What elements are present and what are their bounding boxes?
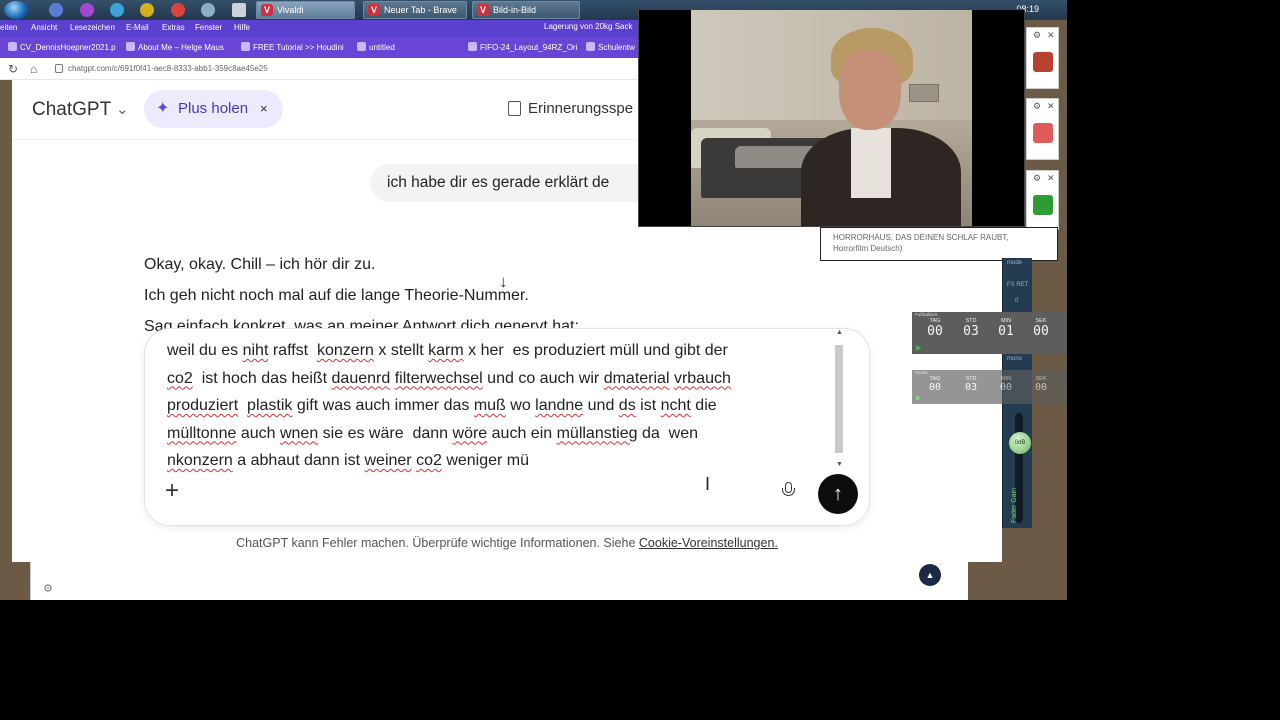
quicklaunch-icon[interactable] bbox=[171, 3, 185, 17]
menu-item[interactable]: Ansicht bbox=[31, 23, 57, 32]
chevron-down-icon[interactable]: ⌄ bbox=[116, 100, 129, 118]
user-message: ich habe dir es gerade erklärt de bbox=[370, 164, 670, 202]
picture-in-picture-video[interactable] bbox=[638, 9, 1025, 227]
taskbar-pip[interactable]: V Bild-in-Bild bbox=[472, 1, 580, 19]
quicklaunch-icon[interactable] bbox=[140, 3, 154, 17]
bookmark-icon bbox=[241, 42, 250, 51]
composer-scrollbar[interactable] bbox=[835, 345, 843, 453]
thumbnail-image bbox=[1033, 52, 1053, 72]
reload-icon[interactable]: ↻ bbox=[8, 62, 18, 76]
fader-knob[interactable]: 0dB bbox=[1009, 432, 1031, 454]
bookmark-icon bbox=[126, 42, 135, 51]
home-icon[interactable]: ⌂ bbox=[30, 62, 37, 76]
bookmark-item[interactable]: untitled bbox=[357, 42, 395, 52]
microphone-icon[interactable] bbox=[782, 482, 795, 500]
gear-icon[interactable]: ⚙ bbox=[1033, 173, 1041, 184]
thumbnail-card[interactable]: ⚙ ✕ bbox=[1026, 170, 1059, 230]
bookmark-item[interactable]: About Me – Helge Maus bbox=[126, 42, 224, 52]
memory-button[interactable]: Erinnerungsspe bbox=[508, 100, 633, 117]
menu-item[interactable]: eiten bbox=[0, 23, 17, 32]
menu-item[interactable]: Extras bbox=[162, 23, 185, 32]
countdown-timer[interactable]: Pause TAG 00 STD 03 MIN 00 SEK 00 ▶ bbox=[912, 370, 1067, 404]
quicklaunch-icon[interactable] bbox=[232, 3, 246, 17]
add-attachment-button[interactable]: + bbox=[165, 477, 179, 505]
message-composer[interactable]: weil du es niht raffst konzern x stellt … bbox=[144, 328, 870, 526]
gear-icon[interactable]: ⚙ bbox=[43, 582, 53, 595]
vivaldi-icon: V bbox=[477, 4, 489, 16]
close-icon[interactable]: ✕ bbox=[1047, 173, 1055, 184]
close-icon[interactable]: × bbox=[260, 90, 268, 128]
play-icon[interactable]: ▶ bbox=[916, 394, 921, 402]
window-title: Lagerung von 20kg Sack bbox=[544, 22, 633, 31]
bookmark-item[interactable]: FIFO-24_Layout_94RZ_Ori bbox=[468, 42, 577, 52]
close-icon[interactable]: ✕ bbox=[1047, 30, 1055, 41]
quicklaunch-icon[interactable] bbox=[110, 3, 124, 17]
fader-label: Fader Gain bbox=[1011, 487, 1018, 523]
video-caption: HORRORHAUS, DAS DEINEN SCHLAF RAUBT, Hor… bbox=[820, 227, 1058, 261]
bookmarks-bar: CV_DennisHoepner2021.p About Me – Helge … bbox=[0, 37, 640, 58]
bookmark-icon bbox=[586, 42, 595, 51]
menu-bar: eiten Ansicht Lesezeichen E-Mail Extras … bbox=[0, 20, 640, 37]
bookmark-icon bbox=[357, 42, 366, 51]
scroll-down-arrow[interactable]: ▼ bbox=[836, 461, 843, 468]
gear-icon[interactable]: ⚙ bbox=[1033, 101, 1041, 112]
thumbnail-image bbox=[1033, 195, 1053, 215]
address-bar: ↻ ⌂ chatgpt.com/c/691f0f41-aec8-8333-abb… bbox=[0, 58, 640, 80]
vivaldi-icon: V bbox=[368, 4, 380, 16]
menu-item[interactable]: Hilfe bbox=[234, 23, 250, 32]
scroll-top-icon[interactable]: ▲ bbox=[919, 564, 941, 586]
bookmark-icon bbox=[8, 42, 17, 51]
thumbnail-card[interactable]: ⚙ ✕ bbox=[1026, 27, 1059, 89]
sparkle-icon: ✦ bbox=[156, 100, 170, 117]
menu-item[interactable]: Fenster bbox=[195, 23, 222, 32]
cookie-settings-link[interactable]: Cookie-Voreinstellungen. bbox=[639, 536, 778, 550]
send-button[interactable]: ↑ bbox=[818, 474, 858, 514]
close-icon[interactable]: ✕ bbox=[1047, 101, 1055, 112]
assistant-line: Ich geh nicht noch mal auf die lange The… bbox=[144, 287, 529, 304]
bookmark-item[interactable]: Schulentw bbox=[586, 42, 635, 52]
start-button[interactable] bbox=[4, 1, 29, 19]
taskbar-vivaldi[interactable]: V Vivaldi bbox=[256, 1, 355, 19]
thumbnail-image bbox=[1033, 123, 1053, 143]
composer-input[interactable]: weil du es niht raffst konzern x stellt … bbox=[167, 337, 817, 475]
bookmark-item[interactable]: CV_DennisHoepner2021.p bbox=[8, 42, 116, 52]
url-field[interactable]: chatgpt.com/c/691f0f41-aec8-8333-abb1-35… bbox=[68, 64, 268, 73]
bookmark-icon bbox=[468, 42, 477, 51]
scroll-up-arrow[interactable]: ▲ bbox=[836, 329, 843, 336]
desktop-screen: V Vivaldi V Neuer Tab - Brave V Bild-in-… bbox=[0, 0, 1067, 600]
background-window: ⚙ ▲ bbox=[30, 562, 968, 600]
taskbar-brave[interactable]: V Neuer Tab - Brave bbox=[363, 1, 467, 19]
disclaimer: ChatGPT kann Fehler machen. Überprüfe wi… bbox=[236, 536, 778, 550]
bookmark-item[interactable]: FREE Tutorial >> Houdini bbox=[241, 42, 344, 52]
quicklaunch-icon[interactable] bbox=[80, 3, 94, 17]
model-selector[interactable]: ChatGPT bbox=[32, 99, 111, 121]
gear-icon[interactable]: ⚙ bbox=[1033, 30, 1041, 41]
scroll-down-icon[interactable]: ↓ bbox=[499, 272, 508, 292]
quicklaunch-icon[interactable] bbox=[49, 3, 63, 17]
countdown-timer[interactable]: Fußballzeit TAG 00 STD 03 MIN 01 SEK 00 ▶ bbox=[912, 312, 1067, 354]
video-frame bbox=[691, 10, 972, 226]
play-icon[interactable]: ▶ bbox=[916, 344, 921, 352]
quicklaunch-icon[interactable] bbox=[201, 3, 215, 17]
menu-item[interactable]: Lesezeichen bbox=[70, 23, 115, 32]
mouse-cursor-icon: I bbox=[705, 474, 711, 494]
lock-icon bbox=[55, 64, 63, 73]
vivaldi-icon: V bbox=[261, 4, 273, 16]
thumbnail-card[interactable]: ⚙ ✕ bbox=[1026, 98, 1059, 160]
menu-item[interactable]: E-Mail bbox=[126, 23, 149, 32]
get-plus-button[interactable]: ✦ Plus holen × bbox=[144, 90, 283, 128]
assistant-line: Okay, okay. Chill – ich hör dir zu. bbox=[144, 256, 376, 273]
memory-icon bbox=[508, 101, 521, 116]
